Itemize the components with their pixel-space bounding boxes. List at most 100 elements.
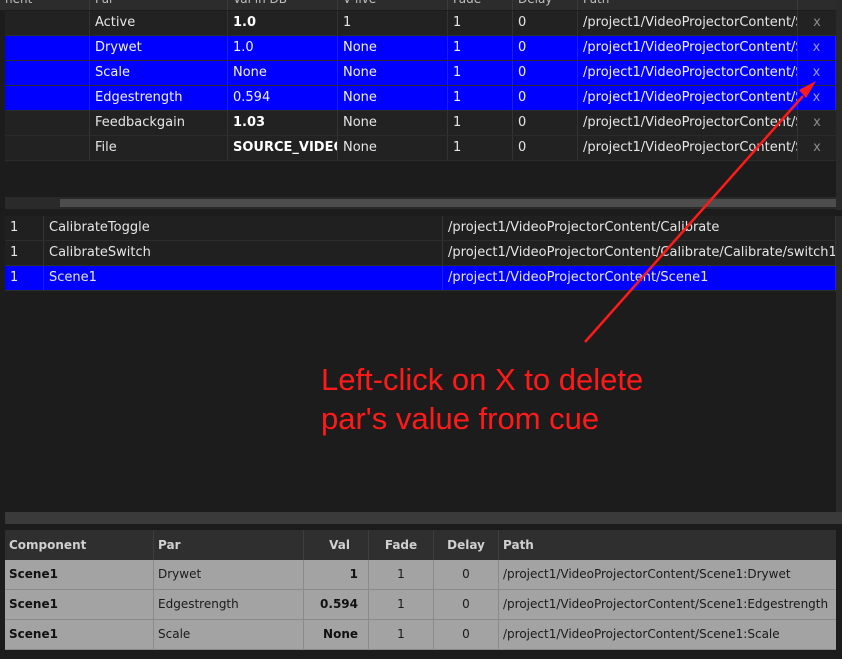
header-path[interactable]: Path (578, 0, 798, 10)
param-path-cell[interactable]: /project1/VideoProjectorContent/S (578, 11, 798, 35)
param-delay-cell[interactable]: 0 (513, 61, 578, 85)
cue-row[interactable]: Scene1 Drywet 1 1 0/project1/VideoProjectorC… (5, 560, 836, 590)
cue-par-cell[interactable]: Drywet (154, 560, 304, 589)
op-path-cell[interactable]: /project1/VideoProjectorContent/Calibrat… (443, 216, 836, 240)
cue-val-cell[interactable]: None (304, 620, 369, 649)
param-val-cell[interactable]: SOURCE_VIDEO (228, 136, 338, 160)
cue-header-fade[interactable]: Fade (369, 530, 434, 560)
op-index-cell[interactable]: 1 (5, 266, 44, 290)
cue-path-cell[interactable]: /project1/VideoProjectorContent/Scene1:D… (499, 560, 836, 589)
cue-path-cell[interactable]: /project1/VideoProjectorContent/Scene1:E… (499, 590, 836, 619)
param-delay-cell[interactable]: 0 (513, 111, 578, 135)
op-name-cell[interactable]: CalibrateSwitch (44, 241, 443, 265)
param-fade-cell[interactable]: 1 (448, 36, 513, 60)
param-path-cell[interactable]: /project1/VideoProjectorContent/S (578, 61, 798, 85)
header-val-in-db[interactable]: Val in DB (228, 0, 338, 10)
cue-header-component[interactable]: Component (5, 530, 154, 560)
parameter-row[interactable]: Edgestrength 0.594 None 1 0/project1/VideoPr… (5, 86, 836, 111)
cue-component-cell[interactable]: Scene1 (5, 590, 154, 619)
cue-val-cell[interactable]: 0.594 (304, 590, 369, 619)
parameter-row[interactable]: Feedbackgain 1.03 None 1 0/project1/VideoPro… (5, 111, 836, 136)
param-fade-cell[interactable]: 1 (448, 11, 513, 35)
param-fade-cell[interactable]: 1 (448, 86, 513, 110)
header-v-live[interactable]: V live (338, 0, 448, 10)
param-par-cell[interactable]: Edgestrength (90, 86, 228, 110)
op-row[interactable]: 1 CalibrateSwitch/project1/VideoProjector… (5, 241, 836, 266)
param-val-cell[interactable]: 0.594 (228, 86, 338, 110)
param-par-cell[interactable]: Drywet (90, 36, 228, 60)
param-path-cell[interactable]: /project1/VideoProjectorContent/S (578, 86, 798, 110)
cue-component-cell[interactable]: Scene1 (5, 620, 154, 649)
param-par-cell[interactable]: Feedbackgain (90, 111, 228, 135)
param-path-cell[interactable]: /project1/VideoProjectorContent/S (578, 111, 798, 135)
param-delay-cell[interactable]: 0 (513, 136, 578, 160)
param-live-cell[interactable]: None (338, 61, 448, 85)
param-live-cell[interactable]: None (338, 36, 448, 60)
cue-par-cell[interactable]: Edgestrength (154, 590, 304, 619)
op-row[interactable]: 1 Scene1/project1/VideoProjectorContent/S… (5, 266, 836, 291)
param-delay-cell[interactable]: 0 (513, 86, 578, 110)
header-par[interactable]: Par (90, 0, 228, 10)
param-delay-cell[interactable]: 0 (513, 36, 578, 60)
cue-delay-cell[interactable]: 0 (434, 590, 499, 619)
parameter-row[interactable]: Drywet 1.0 None 1 0/project1/VideoProjectorC… (5, 36, 836, 61)
param-component-cell[interactable] (5, 86, 90, 110)
cue-delay-cell[interactable]: 0 (434, 620, 499, 649)
header-delay[interactable]: Delay (513, 0, 578, 10)
param-live-cell[interactable]: None (338, 111, 448, 135)
param-fade-cell[interactable]: 1 (448, 61, 513, 85)
parameter-row[interactable]: Scale None None 1 0/project1/VideoProjectorC… (5, 61, 836, 86)
cue-header-val[interactable]: Val (304, 530, 369, 560)
param-val-cell[interactable]: 1.0 (228, 11, 338, 35)
cue-header-delay[interactable]: Delay (434, 530, 499, 560)
param-component-cell[interactable] (5, 136, 90, 160)
param-fade-cell[interactable]: 1 (448, 136, 513, 160)
param-par-cell[interactable]: File (90, 136, 228, 160)
parameter-table-vscrollbar[interactable] (836, 0, 842, 210)
op-row[interactable]: 1 CalibrateToggle/project1/VideoProjector… (5, 216, 836, 241)
param-path-cell[interactable]: /project1/VideoProjectorContent/S (578, 36, 798, 60)
cue-header-par[interactable]: Par (154, 530, 304, 560)
cue-val-cell[interactable]: 1 (304, 560, 369, 589)
ops-list-hscrollbar[interactable] (5, 512, 842, 524)
cue-row[interactable]: Scene1 Edgestrength 0.594 1 0/project1/Video… (5, 590, 836, 620)
header-fade[interactable]: Fade (448, 0, 513, 10)
op-index-cell[interactable]: 1 (5, 241, 44, 265)
op-name-cell[interactable]: CalibrateToggle (44, 216, 443, 240)
delete-x-button[interactable]: x (798, 61, 836, 85)
param-component-cell[interactable] (5, 36, 90, 60)
parameter-table-hscroll-thumb[interactable] (60, 199, 836, 207)
param-live-cell[interactable]: None (338, 136, 448, 160)
param-live-cell[interactable]: 1 (338, 11, 448, 35)
param-val-cell[interactable]: 1.0 (228, 36, 338, 60)
param-live-cell[interactable]: None (338, 86, 448, 110)
parameter-row[interactable]: File SOURCE_VIDEO None 1 0/project1/VideoPro… (5, 136, 836, 161)
cue-path-cell[interactable]: /project1/VideoProjectorContent/Scene1:S… (499, 620, 836, 649)
op-path-cell[interactable]: /project1/VideoProjectorContent/Calibrat… (443, 241, 836, 265)
param-component-cell[interactable] (5, 111, 90, 135)
op-index-cell[interactable]: 1 (5, 216, 44, 240)
param-val-cell[interactable]: 1.03 (228, 111, 338, 135)
param-delay-cell[interactable]: 0 (513, 11, 578, 35)
param-path-cell[interactable]: /project1/VideoProjectorContent/S (578, 136, 798, 160)
ops-list-vscrollbar[interactable] (836, 216, 842, 512)
param-par-cell[interactable]: Scale (90, 61, 228, 85)
parameter-table-hscrollbar[interactable] (5, 197, 836, 209)
param-par-cell[interactable]: Active (90, 11, 228, 35)
delete-x-button[interactable]: x (798, 86, 836, 110)
cue-header-path[interactable]: Path (499, 530, 836, 560)
cue-fade-cell[interactable]: 1 (369, 590, 434, 619)
cue-row[interactable]: Scene1 Scale None 1 0/project1/VideoProjecto… (5, 620, 836, 650)
delete-x-button[interactable]: x (798, 111, 836, 135)
param-component-cell[interactable] (5, 61, 90, 85)
cue-component-cell[interactable]: Scene1 (5, 560, 154, 589)
delete-x-button[interactable]: x (798, 36, 836, 60)
cue-fade-cell[interactable]: 1 (369, 620, 434, 649)
delete-x-button[interactable]: x (798, 11, 836, 35)
param-fade-cell[interactable]: 1 (448, 111, 513, 135)
param-component-cell[interactable] (5, 11, 90, 35)
parameter-row[interactable]: Active 1.0 1 1 0/project1/VideoProjectorCont… (5, 11, 836, 36)
cue-par-cell[interactable]: Scale (154, 620, 304, 649)
op-name-cell[interactable]: Scene1 (44, 266, 443, 290)
delete-x-button[interactable]: x (798, 136, 836, 160)
